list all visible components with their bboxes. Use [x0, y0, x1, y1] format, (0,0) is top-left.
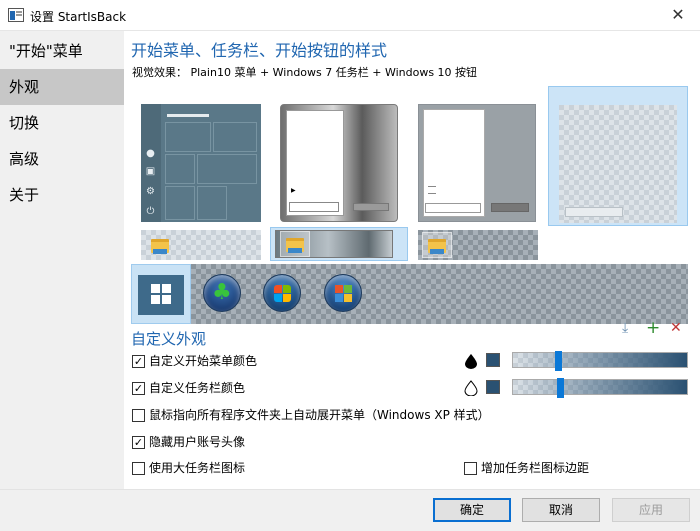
taskbar-style-windows7-selected[interactable] [270, 227, 408, 261]
arrow-icon: ▶ [291, 187, 296, 194]
checkbox[interactable]: ✓ [132, 435, 145, 449]
custom-appearance-title: 自定义外观 [131, 330, 207, 348]
start-button-clover-orb[interactable]: ♣ [203, 274, 241, 312]
menu-search-box [565, 207, 623, 217]
menu-title-bar [167, 114, 209, 117]
menu-tile [165, 154, 195, 184]
settings-icon: ⚙ [146, 186, 155, 197]
clover-icon: ♣ [212, 280, 232, 305]
sidebar: "开始"菜单 外观 切换 高级 关于 [0, 31, 124, 489]
menu-color-swatch[interactable] [486, 353, 500, 367]
slider-thumb[interactable] [555, 351, 562, 371]
option-hide-user-avatar[interactable]: ✓ 隐藏用户账号头像 [132, 434, 245, 450]
appearance-panel: 开始菜单、任务栏、开始按钮的样式 视觉效果： Plain10 菜单 + Wind… [124, 31, 700, 489]
power-icon: ⏻ [146, 206, 155, 217]
menu-search-box [425, 203, 481, 213]
cancel-button[interactable]: 取消 [522, 498, 600, 522]
sidebar-item-start-menu[interactable]: "开始"菜单 [0, 33, 124, 69]
drop-filled-icon [465, 354, 477, 369]
documents-icon: ▣ [145, 166, 156, 177]
start-button-windows10-preview [138, 275, 184, 315]
checkbox[interactable]: ✓ [132, 381, 145, 395]
option-label: 隐藏用户账号头像 [149, 435, 246, 449]
option-taskbar-icon-margin[interactable]: 增加任务栏图标边距 [464, 460, 589, 476]
sidebar-item-advanced[interactable]: 高级 [0, 141, 124, 177]
download-icon[interactable]: ⤓ [622, 320, 628, 336]
title-bar: 设置 StartIsBack ✕ [0, 0, 700, 31]
menu-opacity-slider[interactable] [512, 351, 688, 371]
sidebar-item-about[interactable]: 关于 [0, 177, 124, 213]
menu-style-windows10-selected[interactable] [548, 86, 688, 226]
start-button-windowsxp-orb[interactable] [324, 274, 362, 312]
taskbar-opacity-slider[interactable] [512, 378, 688, 398]
windows7-logo-icon [274, 285, 292, 303]
taskbar-color-swatch[interactable] [486, 380, 500, 394]
option-label: 增加任务栏图标边距 [481, 461, 590, 475]
checkbox[interactable] [132, 408, 145, 422]
visual-effect-summary: 视觉效果： Plain10 菜单 + Windows 7 任务栏 + Windo… [132, 66, 478, 79]
slider-gradient [513, 353, 687, 367]
user-icon: ● [146, 148, 155, 159]
sidebar-item-switch[interactable]: 切换 [0, 105, 124, 141]
menu-style-windows7[interactable]: ▶ [280, 104, 398, 222]
option-large-taskbar-icons[interactable]: 使用大任务栏图标 [132, 460, 245, 476]
option-auto-expand-folders[interactable]: 鼠标指向所有程序文件夹上自动展开菜单（Windows XP 样式） [132, 407, 490, 423]
folder-icon [151, 239, 169, 254]
option-label: 鼠标指向所有程序文件夹上自动展开菜单（Windows XP 样式） [149, 408, 490, 422]
add-icon[interactable]: + [646, 320, 660, 337]
option-label: 使用大任务栏图标 [149, 461, 246, 475]
taskbar-style-plain[interactable] [141, 230, 261, 260]
dialog-footer: 确定 取消 应用 [0, 489, 700, 531]
shutdown-button-preview [491, 203, 529, 212]
menu-style-plain10[interactable]: ● ▣ ⚙ ⏻ [141, 104, 261, 222]
shutdown-button-preview [353, 203, 389, 211]
menu-tile [197, 186, 227, 220]
menu-tile [165, 186, 195, 220]
checkbox[interactable] [132, 461, 145, 475]
start-button-style-row: ♣ [131, 264, 688, 324]
option-custom-taskbar-color[interactable]: ✓ 自定义任务栏颜色 [132, 380, 245, 396]
menu-style-windows8[interactable] [418, 104, 536, 222]
option-custom-menu-color[interactable]: ✓ 自定义开始菜单颜色 [132, 353, 257, 369]
menu-tile [165, 122, 211, 152]
folder-icon [428, 239, 446, 254]
sidebar-item-appearance[interactable]: 外观 [0, 69, 124, 105]
slider-thumb[interactable] [557, 378, 564, 398]
list-icon [428, 186, 436, 194]
apply-button[interactable]: 应用 [612, 498, 690, 522]
checkbox[interactable] [464, 461, 477, 475]
taskbar-style-windows10[interactable] [418, 230, 538, 260]
delete-icon[interactable]: ✕ [670, 320, 682, 336]
start-button-windows7-orb[interactable] [263, 274, 301, 312]
windows10-logo-icon [151, 284, 171, 304]
checkbox[interactable]: ✓ [132, 354, 145, 368]
menu-tile [213, 122, 257, 152]
folder-icon [286, 238, 304, 253]
settings-app-icon [8, 8, 24, 22]
windows-flag-icon [335, 285, 353, 303]
slider-gradient [513, 380, 687, 394]
menu-pane: ▶ [286, 110, 344, 216]
start-button-windows10-selected[interactable] [131, 264, 191, 324]
drop-outline-icon [464, 380, 478, 396]
menu-pane [423, 109, 485, 217]
menu-search-box [289, 202, 339, 212]
ok-button[interactable]: 确定 [433, 498, 511, 522]
menu-style-windows10-preview [559, 105, 677, 223]
menu-sidebar-strip [141, 104, 161, 222]
menu-tile [197, 154, 257, 184]
taskbar-style-windows7-preview [275, 230, 393, 258]
window-title: 设置 StartIsBack [30, 10, 127, 24]
section-title: 开始菜单、任务栏、开始按钮的样式 [131, 41, 388, 60]
close-icon[interactable]: ✕ [666, 4, 690, 26]
option-label: 自定义开始菜单颜色 [149, 354, 258, 368]
option-label: 自定义任务栏颜色 [149, 381, 246, 395]
